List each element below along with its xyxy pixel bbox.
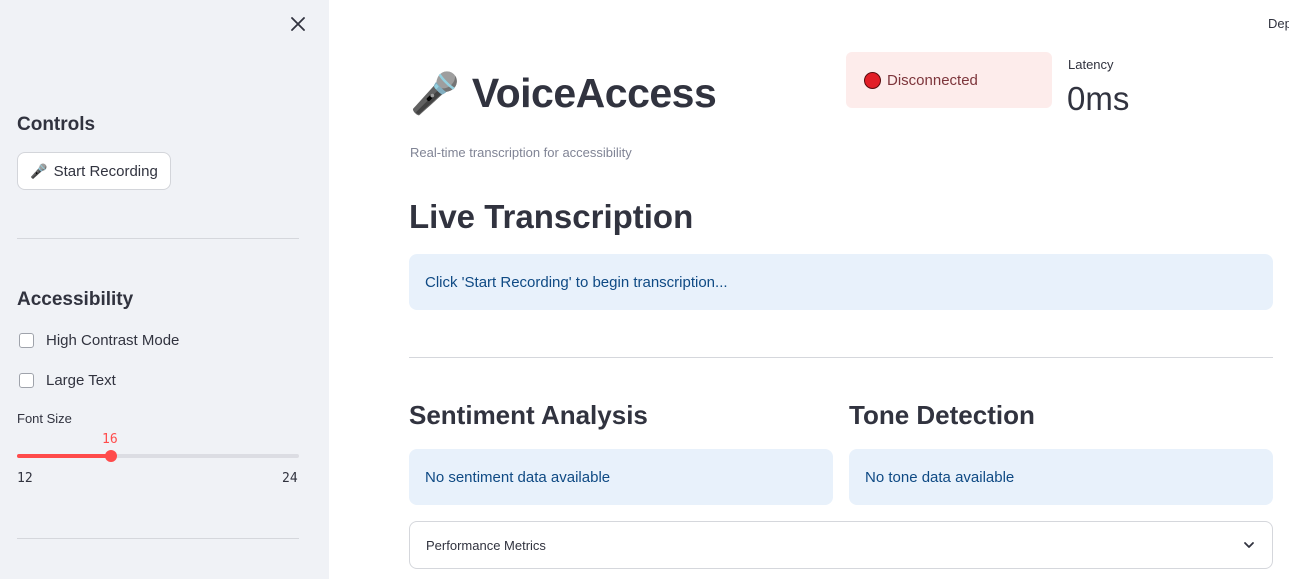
sentiment-heading: Sentiment Analysis <box>409 400 648 430</box>
tone-box: No tone data available <box>849 449 1273 505</box>
large-text-checkbox-row[interactable]: Large Text <box>19 372 116 389</box>
sidebar-divider-bottom <box>17 538 299 539</box>
controls-heading: Controls <box>17 114 96 135</box>
font-size-max: 24 <box>282 471 298 486</box>
font-size-min: 12 <box>17 471 33 486</box>
microphone-icon: 🎤 <box>30 162 48 179</box>
latency-value: 0ms <box>1067 80 1130 117</box>
large-text-label: Large Text <box>46 372 116 389</box>
high-contrast-checkbox-row[interactable]: High Contrast Mode <box>19 332 179 349</box>
page-title: 🎤 VoiceAccess <box>410 70 717 117</box>
high-contrast-checkbox[interactable] <box>19 333 34 348</box>
sidebar: Controls 🎤 Start Recording Accessibility… <box>0 0 329 579</box>
app-title: VoiceAccess <box>471 70 717 116</box>
tone-heading: Tone Detection <box>849 400 1035 430</box>
large-text-checkbox[interactable] <box>19 373 34 388</box>
close-icon <box>291 17 305 31</box>
sidebar-divider <box>17 238 299 239</box>
performance-metrics-label: Performance Metrics <box>426 537 546 553</box>
connection-status: Disconnected <box>846 52 1052 108</box>
font-size-slider[interactable] <box>17 450 299 462</box>
live-transcription-heading: Live Transcription <box>409 198 694 235</box>
app-subtitle: Real-time transcription for accessibilit… <box>410 145 632 160</box>
sentiment-box: No sentiment data available <box>409 449 833 505</box>
latency-label: Latency <box>1068 57 1114 72</box>
font-size-value: 16 <box>102 432 118 447</box>
accessibility-heading: Accessibility <box>17 289 134 310</box>
transcription-box: Click 'Start Recording' to begin transcr… <box>409 254 1273 310</box>
main-divider <box>409 357 1273 358</box>
chevron-down-icon <box>1244 542 1254 548</box>
start-recording-label: Start Recording <box>53 162 158 180</box>
font-size-label: Font Size <box>17 411 72 426</box>
app-root: Controls 🎤 Start Recording Accessibility… <box>0 0 1289 579</box>
status-dot-icon <box>864 71 881 89</box>
start-recording-button[interactable]: 🎤 Start Recording <box>17 152 171 190</box>
connection-status-text: Disconnected <box>887 71 978 89</box>
font-size-slider-fill <box>17 454 111 458</box>
high-contrast-label: High Contrast Mode <box>46 332 180 349</box>
performance-metrics-expander[interactable]: Performance Metrics <box>409 521 1273 569</box>
close-sidebar-button[interactable] <box>286 12 310 36</box>
font-size-slider-thumb[interactable] <box>105 450 117 462</box>
microphone-icon: 🎤 <box>410 72 460 116</box>
deploy-button[interactable]: Deploy <box>1268 16 1289 31</box>
